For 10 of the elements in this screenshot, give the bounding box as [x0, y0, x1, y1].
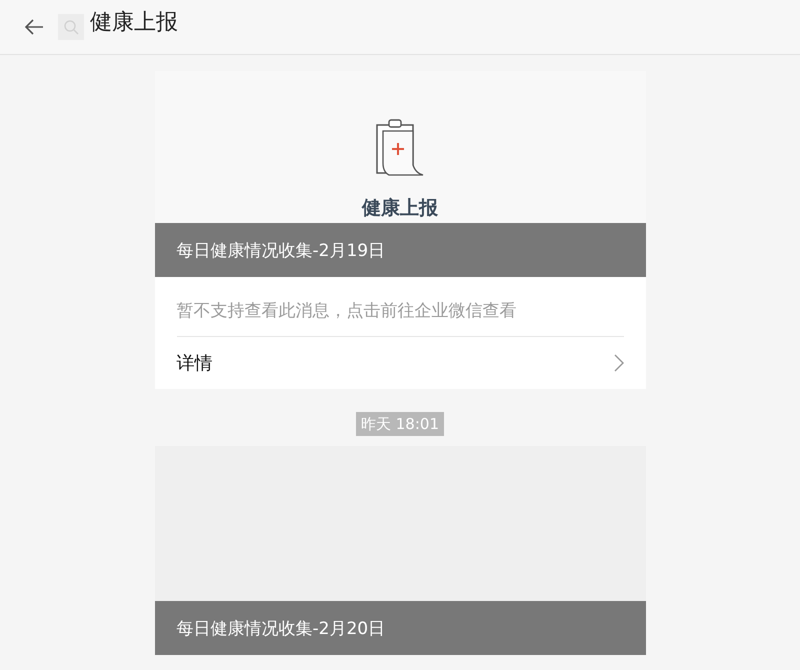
card-title: 每日健康情况收集-2月20日	[154, 601, 646, 655]
details-link[interactable]: 详情	[176, 337, 624, 389]
banner-caption: 健康上报	[362, 196, 438, 221]
notice-text: 暂不支持查看此消息，点击前往企业微信查看	[176, 277, 624, 337]
chevron-right-icon	[614, 354, 624, 372]
chat-title: 健康上报	[90, 9, 178, 37]
message-card[interactable]: 健康上报 每日健康情况收集-2月19日 暂不支持查看此消息，点击前往企业微信查看 详情	[154, 71, 646, 389]
timestamp: 昨天 18:01	[356, 412, 444, 436]
card-title: 每日健康情况收集-2月19日	[154, 223, 646, 277]
message-card[interactable]: 每日健康情况收集-2月20日	[154, 446, 646, 655]
